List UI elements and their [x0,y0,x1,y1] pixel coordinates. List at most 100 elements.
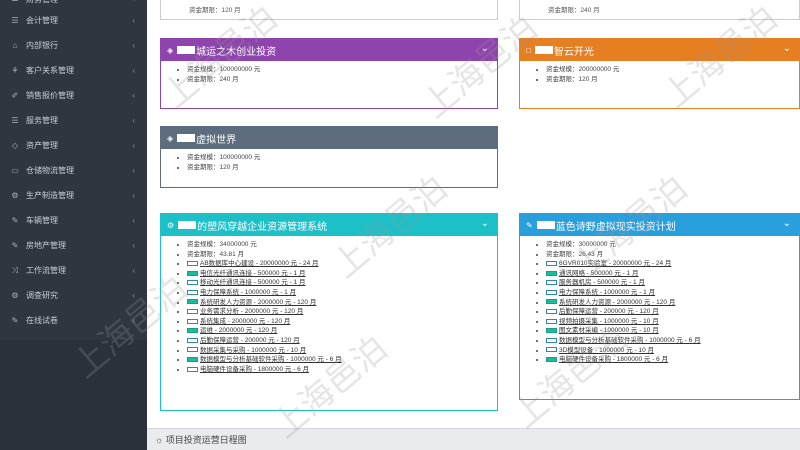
status-tag-icon [546,299,557,305]
project-item: 图文素材采编 - 1000000 元 - 10 月 [546,326,799,336]
fund-info-item: 资金期限：120 月 [187,163,497,173]
users-icon: ◈ [167,45,174,55]
bank-icon: ⌂ [12,41,18,50]
chevron-down-icon[interactable]: ⌄ [481,218,489,229]
status-tag-icon [546,356,557,362]
project-link[interactable]: 3D模型设备 - 1000000 元 - 10 月 [559,347,654,354]
status-tag-icon [187,356,198,362]
sidebar-item[interactable]: ✎ 房地产管理 ‹ [0,233,147,258]
project-link[interactable]: 数据采集与采购 - 1000000 元 - 10 月 [200,347,306,354]
list-icon: ☰ [10,0,20,3]
panel-header[interactable]: ⚙ 的塑风穿越企业资源管理系统 ⌄ [161,214,497,236]
chevron-left-icon: ‹ [132,266,135,275]
project-link[interactable]: 6GVR010实验室 - 20000000 元 - 24 月 [559,260,671,267]
chevron-left-icon: ‹ [132,66,135,75]
badge-icon [177,134,196,142]
project-link[interactable]: 图文素材采编 - 1000000 元 - 10 月 [559,327,659,334]
project-link[interactable]: 业务需求分析 - 2000000 元 - 120 月 [200,308,303,315]
fund-info-item: 资金规模：100000000 元 [187,153,497,163]
project-item: 电脑硬件设备采购 - 1800000 元 - 6 月 [187,365,497,375]
panel-title: 的塑风穿越企业资源管理系统 [197,221,328,233]
fund-info-item: 资金规模：34000000 元 [187,240,497,250]
project-link[interactable]: 视频拍摄采集 - 1000000 元 - 10 月 [559,318,659,325]
project-link[interactable]: 通讯网络 - 500000 元 - 1 月 [559,270,638,277]
panel-fragment-top-right: 资金期限：240 月 [519,0,800,20]
tag-icon: ✐ [11,91,19,100]
sidebar-nav: ☰ 财务管理 ‹ ☰ 会计管理 ‹ ⌂ 内部银行 ‹ ⚘ 客户关系管理 ‹ ✐ 销售报价管理 ‹ ☰ 服务管理 ‹… [0,0,147,333]
sidebar-item[interactable]: ⚘ 客户关系管理 ‹ [0,58,147,83]
fund-info-item: 资金期限：43.81 月 [187,250,497,260]
project-link[interactable]: 系统研发人力资源 - 2000000 元 - 120 月 [200,299,316,306]
project-item: 6GVR010实验室 - 20000000 元 - 24 月 [546,259,799,269]
badge-icon [177,46,196,54]
project-link[interactable]: 后勤保障运营 - 200000 元 - 120 月 [200,337,300,344]
panel-fragment-text: 资金期限：120 月 [189,7,241,14]
chevron-down-icon[interactable]: ⌄ [481,43,489,54]
chevron-left-icon: ‹ [132,291,135,300]
status-tag-icon [546,328,557,334]
sidebar-item[interactable]: ⚙ 生产制造管理 ‹ [0,183,147,208]
sidebar-item[interactable]: ⤨ 工作流管理 ‹ [0,258,147,283]
sidebar-item-label: 服务管理 [26,116,58,125]
project-link[interactable]: 后勤保障运营 - 200000 元 - 120 月 [559,308,659,315]
chevron-down-icon[interactable]: ⌄ [783,218,791,229]
project-link[interactable]: 运维 - 2000000 元 - 120 月 [200,327,277,334]
chevron-left-icon: ‹ [132,216,135,225]
users-icon: ⚘ [11,66,19,75]
sidebar-item[interactable]: ◇ 资产管理 ‹ [0,133,147,158]
project-link[interactable]: 电脑硬件设备采购 - 1800000 元 - 6 月 [200,366,309,373]
schedule-section-header[interactable]: ☼ 项目投资运营日程图 [147,428,800,450]
project-link[interactable]: 电脑硬件设备采购 - 1800000 元 - 6 月 [559,356,668,363]
sidebar-item[interactable]: ☰ 财务管理 ‹ [0,0,147,8]
project-link[interactable]: AB数据库中心建设 - 20000000 元 - 24 月 [200,260,319,267]
fund-panel-erp: ⚙ 的塑风穿越企业资源管理系统 ⌄ 资金规模：34000000 元资金期限：43… [160,213,498,411]
sidebar-item[interactable]: ⚙ 调查研究 ‹ [0,283,147,308]
sidebar-item-label: 房地产管理 [26,241,66,250]
project-link[interactable]: 数据模型与分析基础软件采购 - 1000000 元 - 6 月 [200,356,342,363]
project-link[interactable]: 电信光纤通讯连接 - 500000 元 - 1 月 [200,270,305,277]
fund-info-item: 资金期限：120 月 [546,75,799,85]
chevron-down-icon[interactable]: ⌄ [783,43,791,54]
panel-body: 资金规模：100000000 元资金期限：120 月 [161,149,497,172]
project-link[interactable]: 服务器机房 - 500000 元 - 1 月 [559,279,645,286]
panel-header[interactable]: ✎ 蓝色诗野虚拟现实投资计划 ⌄ [520,214,799,236]
panel-title: 城运之木创业投资 [196,46,277,58]
panel-header[interactable]: ◈ 虚拟世界 [161,127,497,149]
badge-icon [534,46,553,54]
badge-icon [178,221,197,229]
chevron-left-icon: ‹ [132,241,135,250]
project-link[interactable]: 移动光纤通讯连接 - 500000 元 - 1 月 [200,279,305,286]
status-tag-icon [546,270,557,276]
fund-info-item: 资金期限：240 月 [187,75,497,85]
chevron-left-icon: ‹ [132,141,135,150]
sidebar-item[interactable]: ✐ 销售报价管理 ‹ [0,83,147,108]
square-icon: □ [526,45,531,55]
sidebar-item[interactable]: ☰ 会计管理 ‹ [0,8,147,33]
sidebar-item[interactable]: ✎ 车辆管理 ‹ [0,208,147,233]
project-item: 业务需求分析 - 2000000 元 - 120 月 [187,307,497,317]
project-link[interactable]: 电力保障系统 - 1000000 元 - 1 月 [559,289,655,296]
project-item: 服务器机房 - 500000 元 - 1 月 [546,278,799,288]
project-link[interactable]: 数据模型与分析基础软件采购 - 1000000 元 - 6 月 [559,337,701,344]
panel-body: 资金规模：30000000 元资金期限：26.43 月6GVR010实验室 - … [520,236,799,365]
project-item: 系统研发人力资源 - 2000000 元 - 120 月 [546,298,799,308]
sidebar-item[interactable]: ☰ 服务管理 ‹ [0,108,147,133]
panel-header[interactable]: □ 智云开光 ⌄ [520,39,799,61]
project-link[interactable]: 系统研发人力资源 - 2000000 元 - 120 月 [559,299,675,306]
sidebar-item-label: 工作流管理 [26,266,66,275]
status-tag-icon [546,318,557,324]
project-item: 电力保障系统 - 1000000 元 - 1 月 [187,288,497,298]
panel-fragment-text: 资金期限：240 月 [548,7,600,14]
sidebar-item[interactable]: ▭ 仓储物流管理 ‹ [0,158,147,183]
project-item: 通讯网络 - 500000 元 - 1 月 [546,269,799,279]
project-item: 3D模型设备 - 1000000 元 - 10 月 [546,346,799,356]
project-item: 移动光纤通讯连接 - 500000 元 - 1 月 [187,278,497,288]
sidebar-item[interactable]: ⌂ 内部银行 ‹ [0,33,147,58]
sidebar-item-label: 车辆管理 [26,216,58,225]
sidebar-item[interactable]: ✎ 在线试卷 ‹ [0,308,147,333]
panel-header[interactable]: ◈ 城运之木创业投资 ⌄ [161,39,497,61]
project-link[interactable]: 电力保障系统 - 1000000 元 - 1 月 [200,289,296,296]
project-item: 电脑硬件设备采购 - 1800000 元 - 6 月 [546,355,799,365]
fund-info-item: 资金期限：26.43 月 [546,250,799,260]
project-link[interactable]: 系统集成 - 2000000 元 - 120 月 [200,318,290,325]
